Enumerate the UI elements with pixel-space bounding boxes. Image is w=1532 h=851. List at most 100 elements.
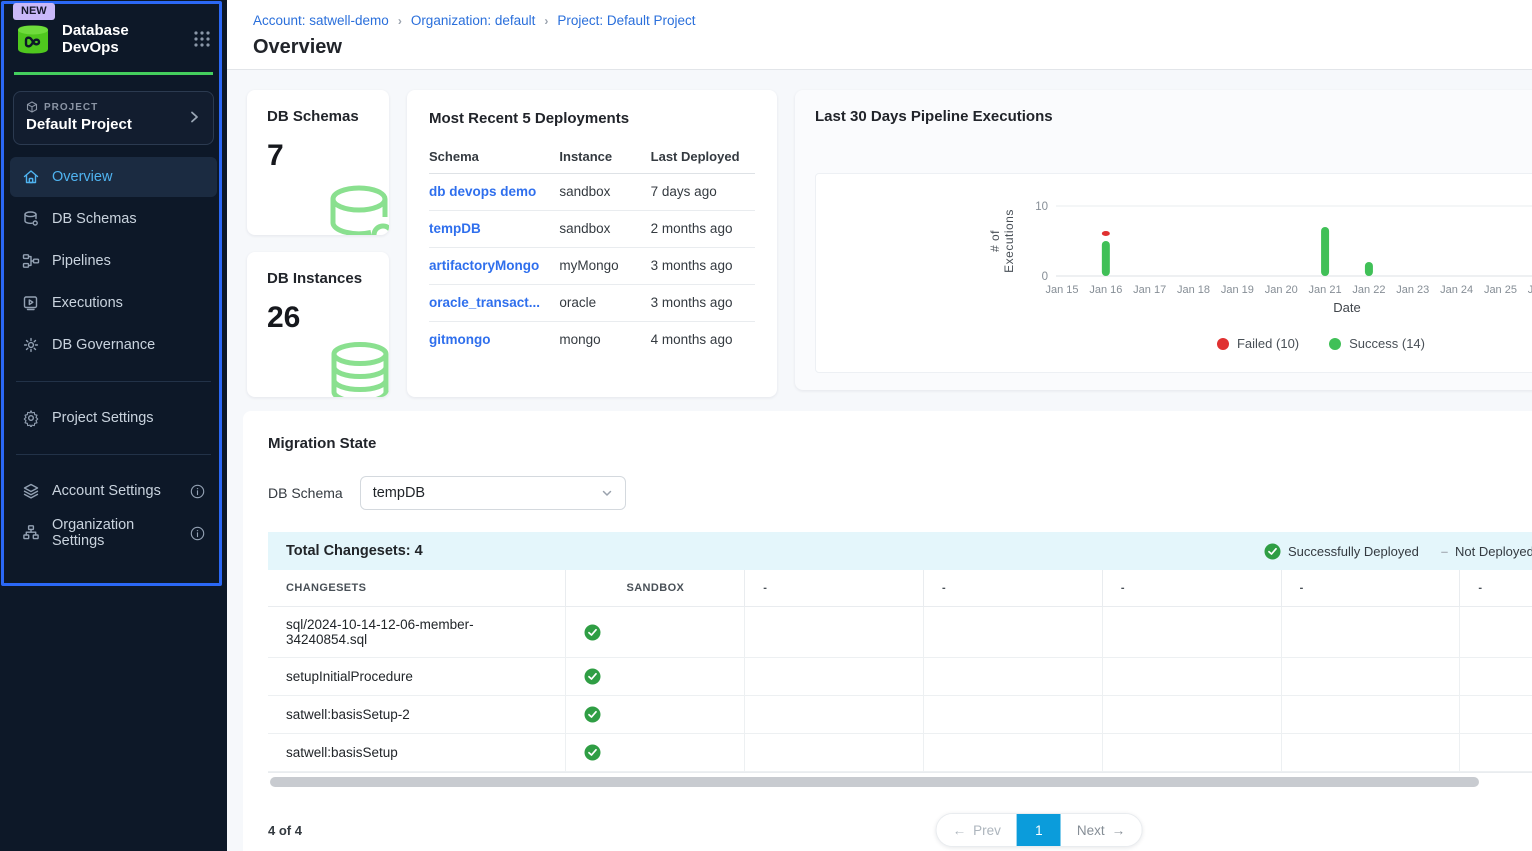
executions-bar-chart: 010# ofExecutionsJan 15Jan 16Jan 17Jan 1… [816,188,1532,320]
last-deployed-cell: 3 months ago [651,248,755,285]
pagination-controls: ← Prev 1 Next → [936,813,1143,847]
schema-link[interactable]: db devops demo [429,184,536,199]
changeset-name-cell: satwell:basisSetup-2 [268,696,566,734]
empty-status-cell [1281,734,1460,772]
sidebar-divider [16,381,211,382]
sidebar-item-label: Project Settings [52,410,154,426]
empty-status-cell [745,696,924,734]
check-circle-icon [584,706,726,723]
instance-cell: oracle [559,285,650,322]
sidebar-nav-main: Overview DB Schemas Pipelines Executions… [10,157,217,365]
deployment-row: oracle_transact... oracle 3 months ago [429,285,755,322]
sidebar-item-db-governance[interactable]: DB Governance [10,325,217,365]
changesets-col-header: - [745,570,924,607]
empty-status-cell [745,658,924,696]
sidebar-green-divider [14,72,213,75]
empty-status-cell [1102,658,1281,696]
breadcrumb-account-link[interactable]: Account: satwell-demo [253,13,389,28]
apps-grid-icon[interactable] [193,30,211,48]
new-badge: NEW [13,3,55,20]
sidebar-item-executions[interactable]: Executions [10,283,217,323]
changeset-row: satwell:basisSetup [268,734,1532,772]
prev-page-button[interactable]: ← Prev [937,813,1017,847]
recent-deployments-title: Most Recent 5 Deployments [429,110,755,127]
schema-link[interactable]: tempDB [429,221,481,236]
empty-status-cell [1281,696,1460,734]
schema-link[interactable]: oracle_transact... [429,295,540,310]
breadcrumb: Account: satwell-demo › Organization: de… [253,13,1532,28]
horizontal-scrollbar-thumb[interactable] [270,777,1479,787]
schema-link[interactable]: gitmongo [429,332,490,347]
sidebar: NEW Database DevOps [0,0,227,851]
sandbox-status-cell [566,734,745,772]
col-instance: Instance [559,141,650,174]
check-circle-icon [1264,543,1281,560]
sidebar-item-organization-settings[interactable]: Organization Settings [10,513,217,553]
gear-icon [22,409,40,427]
page-header: Account: satwell-demo › Organization: de… [227,0,1532,70]
sidebar-item-label: Executions [52,295,123,311]
page-1-button[interactable]: 1 [1017,813,1061,847]
deployments-table-body: db devops demo sandbox 7 days ago tempDB… [429,174,755,359]
next-page-button[interactable]: Next → [1061,813,1141,847]
page-title: Overview [253,36,1532,59]
changeset-name-cell: setupInitialProcedure [268,658,566,696]
sidebar-item-label: Pipelines [52,253,111,269]
changesets-summary-bar: Total Changesets: 4 Successfully Deploye… [268,532,1532,570]
chart-legend-item[interactable]: Success (14) [1329,336,1425,351]
changesets-table-body: sql/2024-10-14-12-06-member-34240854.sql… [268,607,1532,772]
sidebar-item-label: DB Schemas [52,211,137,227]
sidebar-item-overview[interactable]: Overview [10,157,217,197]
col-schema: Schema [429,141,559,174]
arrow-right-icon: → [1112,823,1126,838]
sandbox-status-cell [566,658,745,696]
breadcrumb-separator-icon: › [544,14,548,28]
info-icon[interactable] [190,484,205,499]
svg-text:Jan 16: Jan 16 [1089,284,1122,296]
col-last-deployed: Last Deployed [651,141,755,174]
changeset-row: sql/2024-10-14-12-06-member-34240854.sql [268,607,1532,658]
svg-text:# ofExecutions: # ofExecutions [988,209,1016,273]
db-instances-count: 26 [267,301,389,335]
last-deployed-cell: 2 months ago [651,211,755,248]
empty-status-cell [1102,607,1281,658]
empty-status-cell [1102,696,1281,734]
database-cylinder-illustration-icon [323,183,389,235]
chevron-right-icon [187,110,201,124]
changesets-col-header: - [1102,570,1281,607]
empty-status-cell [745,734,924,772]
info-icon[interactable] [190,526,205,541]
changesets-header-row: CHANGESETSSANDBOX------ [268,570,1532,607]
db-schema-select-value: tempDB [373,485,601,501]
svg-text:0: 0 [1042,271,1048,283]
sidebar-item-project-settings[interactable]: Project Settings [10,398,217,438]
governance-gear-icon [22,336,40,354]
breadcrumb-project-link[interactable]: Project: Default Project [557,13,695,28]
svg-text:Jan 24: Jan 24 [1440,284,1473,296]
svg-text:Jan 26: Jan 26 [1528,284,1532,296]
breadcrumb-organization-link[interactable]: Organization: default [411,13,536,28]
sidebar-item-account-settings[interactable]: Account Settings [10,471,217,511]
app-logo-icon [14,23,52,56]
legend-check-circle: Successfully Deployed [1264,543,1419,560]
pagination-count: 4 of 4 [268,823,302,838]
empty-status-cell [1460,696,1532,734]
changesets-col-header: CHANGESETS [268,570,566,607]
deployment-row: db devops demo sandbox 7 days ago [429,174,755,211]
svg-text:Jan 21: Jan 21 [1309,284,1342,296]
sidebar-item-db-schemas[interactable]: DB Schemas [10,199,217,239]
pagination-row: 4 of 4 ← Prev 1 Next → Show 10 [268,813,1532,847]
recent-deployments-card: Most Recent 5 Deployments Schema Instanc… [407,90,777,397]
db-schema-select[interactable]: tempDB [360,476,626,510]
deployment-row: artifactoryMongo myMongo 3 months ago [429,248,755,285]
changesets-col-header: - [1281,570,1460,607]
last-deployed-cell: 3 months ago [651,285,755,322]
chart-legend-item[interactable]: Failed (10) [1217,336,1299,351]
empty-status-cell [924,696,1103,734]
sidebar-item-pipelines[interactable]: Pipelines [10,241,217,281]
schema-link[interactable]: artifactoryMongo [429,258,539,273]
project-selector[interactable]: PROJECT Default Project [13,91,214,145]
changesets-status-legend: Successfully Deployed – Not Deployed Dep… [1264,543,1532,560]
empty-status-cell [924,607,1103,658]
pipeline-executions-card: Last 30 Days Pipeline Executions 010# of… [795,90,1532,390]
